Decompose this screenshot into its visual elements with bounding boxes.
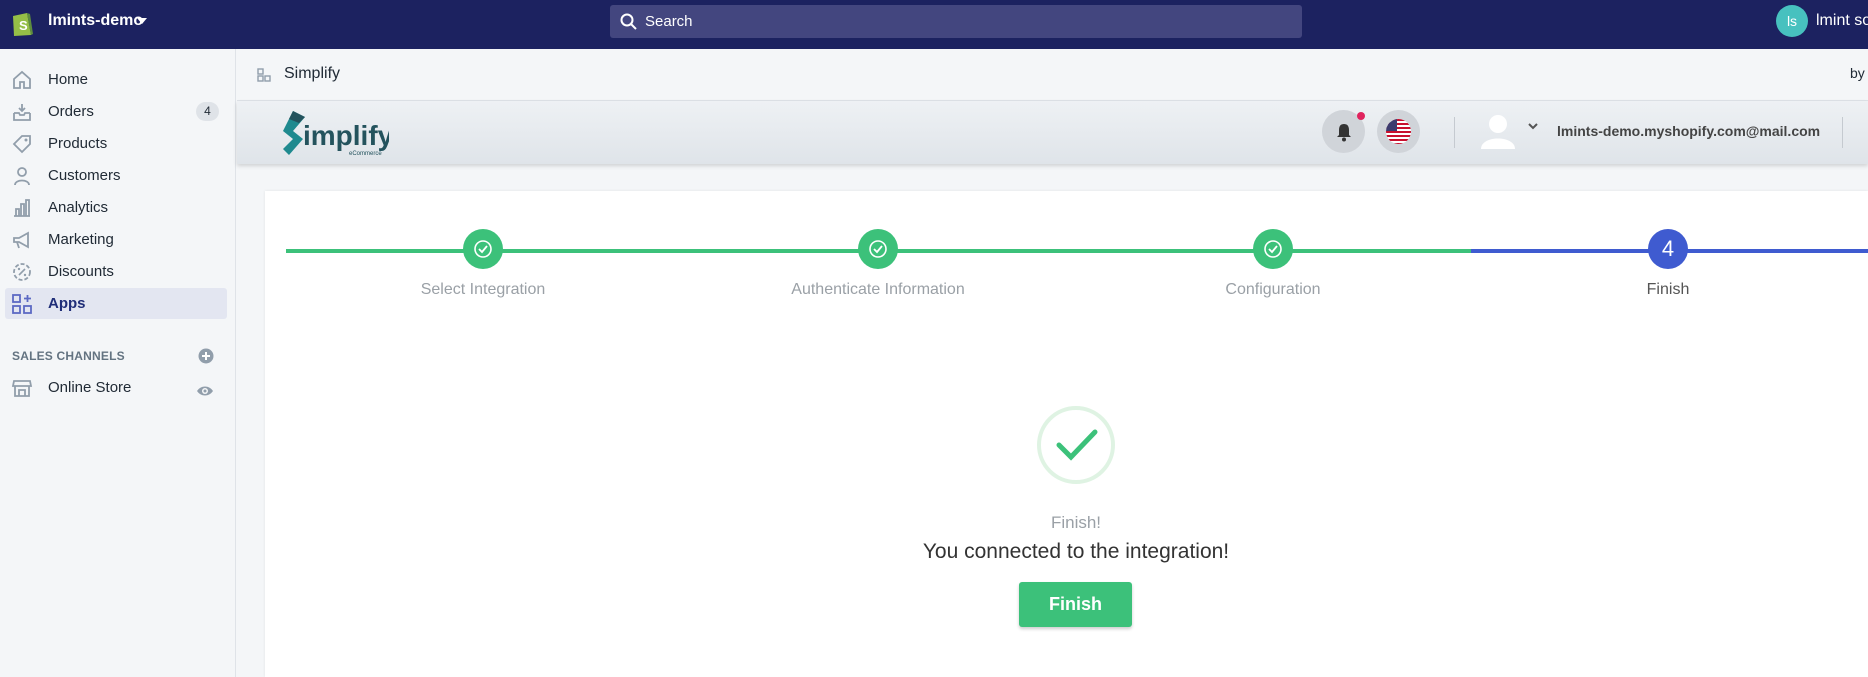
- step-3-check: [1253, 229, 1293, 269]
- user-name[interactable]: lmint sol: [1816, 12, 1868, 30]
- sidebar-item-label: Marketing: [48, 231, 114, 248]
- page-title: Simplify: [284, 65, 341, 82]
- search-bar[interactable]: Search: [610, 5, 1302, 38]
- step-1-check: [463, 229, 503, 269]
- chevron-down-icon[interactable]: [1527, 121, 1539, 131]
- step-label-select-integration: Select Integration: [420, 281, 546, 298]
- app-icon: [257, 68, 271, 82]
- avatar[interactable]: ls: [1776, 5, 1808, 37]
- logo-text: implify: [303, 120, 389, 151]
- home-icon: [13, 70, 31, 89]
- header-divider: [1454, 117, 1455, 148]
- step-label-authenticate: Authenticate Information: [791, 281, 965, 298]
- svg-text:S: S: [19, 18, 28, 33]
- store-icon: [11, 380, 33, 397]
- add-channel-icon[interactable]: [198, 348, 214, 364]
- bar-chart-icon: [14, 199, 30, 217]
- us-flag-icon: [1386, 119, 1411, 144]
- bell-icon: [1337, 124, 1351, 142]
- sidebar-item-online-store[interactable]: Online Store: [5, 372, 227, 403]
- logo-subtext: eCommerce: [349, 151, 382, 157]
- tag-icon: [12, 135, 31, 154]
- orders-count-badge: 4: [196, 102, 219, 121]
- simplify-header: implify eCommerce lmints-demo.myshopify.…: [237, 101, 1868, 164]
- store-caret-icon[interactable]: [137, 18, 147, 24]
- search-icon: [620, 13, 637, 30]
- top-bar: S lmints-demo Search ls lmint sol: [0, 0, 1868, 49]
- step-label-finish: Finish: [1646, 281, 1690, 298]
- sidebar-item-label: Online Store: [48, 379, 132, 396]
- shopify-logo-icon[interactable]: S: [10, 9, 34, 37]
- sidebar-item-label: Discounts: [48, 263, 114, 280]
- megaphone-icon: [13, 231, 29, 249]
- simplify-logo[interactable]: implify eCommerce: [279, 109, 389, 159]
- header-divider: [1842, 117, 1843, 148]
- orders-icon: [13, 104, 31, 121]
- sidebar-item-home[interactable]: Home: [5, 64, 227, 95]
- sidebar-item-label: Analytics: [48, 199, 109, 216]
- finish-subtitle: Finish!: [1050, 513, 1102, 532]
- apps-icon: [12, 294, 32, 314]
- sidebar-item-apps[interactable]: Apps: [5, 288, 227, 319]
- sidebar-item-orders[interactable]: Orders 4: [5, 96, 227, 127]
- sidebar-item-discounts[interactable]: Discounts: [5, 256, 227, 287]
- step-2-check: [858, 229, 898, 269]
- check-icon: [869, 240, 887, 258]
- sidebar-item-marketing[interactable]: Marketing: [5, 224, 227, 255]
- sidebar-item-products[interactable]: Products: [5, 128, 227, 159]
- finish-message: You connected to the integration!: [922, 540, 1230, 563]
- store-name[interactable]: lmints-demo: [48, 12, 143, 30]
- sidebar-item-label: Home: [48, 71, 89, 88]
- sidebar-item-label: Products: [48, 135, 108, 152]
- user-email[interactable]: lmints-demo.myshopify.com@mail.com: [1557, 123, 1820, 139]
- sidebar-item-customers[interactable]: Customers: [5, 160, 227, 191]
- sales-channels-title: SALES CHANNELS: [12, 349, 125, 363]
- search-input[interactable]: Search: [645, 13, 693, 30]
- step-4-number: 4: [1648, 229, 1688, 269]
- notification-dot: [1357, 112, 1365, 120]
- sidebar-item-label: Customers: [48, 167, 121, 184]
- eye-icon[interactable]: [196, 382, 214, 400]
- user-avatar-icon[interactable]: [1477, 109, 1519, 151]
- finish-button[interactable]: Finish: [1019, 582, 1132, 627]
- app-by-text: by: [1850, 65, 1865, 81]
- sidebar-item-analytics[interactable]: Analytics: [5, 192, 227, 223]
- person-icon: [14, 167, 30, 186]
- check-icon: [474, 240, 492, 258]
- step-label-configuration: Configuration: [1225, 281, 1321, 298]
- sidebar-item-label: Apps: [48, 295, 86, 312]
- check-icon: [1056, 429, 1098, 461]
- language-button[interactable]: [1377, 110, 1420, 153]
- app-header: Simplify by: [237, 49, 1868, 101]
- check-icon: [1264, 240, 1282, 258]
- sidebar-item-label: Orders: [48, 103, 94, 120]
- sidebar: Home Orders 4 Products Customers Analyti…: [0, 49, 236, 677]
- success-check-badge: [1037, 406, 1115, 484]
- discount-icon: [13, 263, 31, 281]
